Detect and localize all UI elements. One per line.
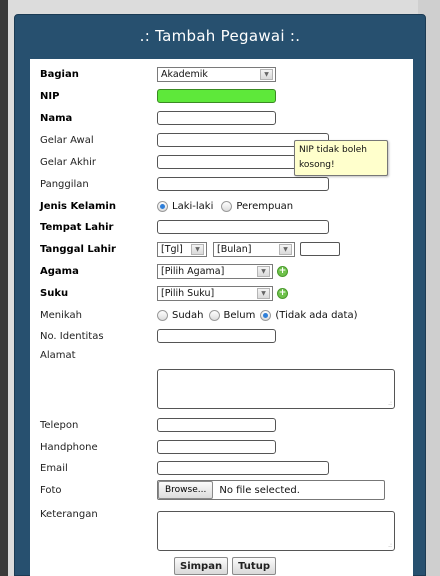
radio-sudah[interactable] [157,309,168,321]
label-jenis-kelamin: Jenis Kelamin [40,200,116,212]
bagian-select[interactable]: Akademik ▼ [157,66,276,82]
nama-input[interactable] [157,111,276,125]
chevron-down-icon: ▼ [260,68,273,80]
label-bagian: Bagian [40,68,79,80]
no-identitas-input[interactable] [157,329,276,343]
resize-grip-icon[interactable]: .: [388,401,392,407]
label-alamat: Alamat [40,349,76,361]
label-email: Email [40,462,68,474]
label-gelar-akhir: Gelar Akhir [40,156,96,168]
chevron-down-icon: ▼ [279,243,292,255]
telepon-input[interactable] [157,418,276,432]
background-left-bar [0,0,8,576]
label-tanggal-lahir: Tanggal Lahir [40,243,116,255]
radio-perempuan-label: Perempuan [236,200,294,212]
label-tempat-lahir: Tempat Lahir [40,221,114,233]
row-suku: Suku [Pilih Suku] ▼ + [40,284,413,302]
row-nama: Nama [40,109,413,127]
label-handphone: Handphone [40,441,98,453]
label-panggilan: Panggilan [40,178,89,190]
row-agama: Agama [Pilih Agama] ▼ + [40,262,413,280]
chevron-down-icon: ▼ [191,243,204,255]
row-menikah: Menikah Sudah Belum (Tidak ada data) [40,306,413,324]
file-status-text: No file selected. [219,484,300,496]
save-button[interactable]: Simpan [174,557,229,575]
tanggal-year-input[interactable] [300,242,340,256]
row-telepon: Telepon [40,416,413,434]
label-nip: NIP [40,90,60,102]
chevron-down-icon: ▼ [257,287,270,299]
row-foto: Foto Browse... No file selected. [40,480,413,500]
tanggal-month-select[interactable]: [Bulan] ▼ [213,241,295,257]
row-tanggal-lahir: Tanggal Lahir [Tgl] ▼ [Bulan] ▼ [40,240,413,258]
row-panggilan: Panggilan [40,175,413,193]
tempat-lahir-input[interactable] [157,220,329,234]
label-gelar-awal: Gelar Awal [40,134,94,146]
radio-tidak-ada-data-label: (Tidak ada data) [275,309,358,321]
tanggal-day-select[interactable]: [Tgl] ▼ [157,241,207,257]
chevron-down-icon: ▼ [257,265,270,277]
suku-select[interactable]: [Pilih Suku] ▼ [157,285,273,301]
radio-belum-label: Belum [223,309,256,321]
radio-tidak-ada-data[interactable] [260,309,272,321]
label-menikah: Menikah [40,309,82,321]
plus-circle-icon[interactable]: + [277,265,288,277]
label-nama: Nama [40,112,73,124]
nip-error-tooltip: NIP tidak boleh kosong! [294,140,388,176]
label-suku: Suku [40,287,69,299]
dialog-title: .: Tambah Pegawai :. [139,27,301,45]
row-jenis-kelamin: Jenis Kelamin Laki-laki Perempuan [40,197,413,215]
alamat-textarea[interactable]: .: [157,369,395,409]
form-actions: Simpan Tutup [174,557,280,575]
email-input[interactable] [157,461,329,475]
handphone-input[interactable] [157,440,276,454]
nip-input[interactable] [157,89,276,103]
plus-circle-icon[interactable]: + [277,287,288,299]
radio-laki-laki-label: Laki-laki [172,200,214,212]
foto-file-input[interactable]: Browse... No file selected. [157,480,385,500]
row-no-identitas: No. Identitas [40,327,413,345]
row-email: Email [40,459,413,477]
add-employee-dialog: .: Tambah Pegawai :. Bagian Akademik ▼ N… [14,14,426,576]
radio-laki-laki[interactable] [157,200,168,212]
label-no-identitas: No. Identitas [40,330,104,342]
row-bagian: Bagian Akademik ▼ [40,65,413,83]
label-agama: Agama [40,265,79,277]
radio-perempuan[interactable] [221,200,233,212]
row-nip: NIP [40,87,413,105]
radio-belum[interactable] [208,309,220,321]
browse-button[interactable]: Browse... [158,481,214,499]
employee-form: Bagian Akademik ▼ NIP Nama Gelar Awal Ge… [30,59,413,576]
agama-select[interactable]: [Pilih Agama] ▼ [157,263,273,279]
panggilan-input[interactable] [157,177,329,191]
label-keterangan: Keterangan [40,508,98,520]
label-telepon: Telepon [40,419,79,431]
row-alamat: Alamat [40,346,413,364]
row-handphone: Handphone [40,438,413,456]
close-button[interactable]: Tutup [232,557,276,575]
keterangan-textarea[interactable]: .: [157,511,395,551]
label-foto: Foto [40,484,62,496]
row-tempat-lahir: Tempat Lahir [40,218,413,236]
radio-sudah-label: Sudah [172,309,204,321]
resize-grip-icon[interactable]: .: [388,543,392,549]
